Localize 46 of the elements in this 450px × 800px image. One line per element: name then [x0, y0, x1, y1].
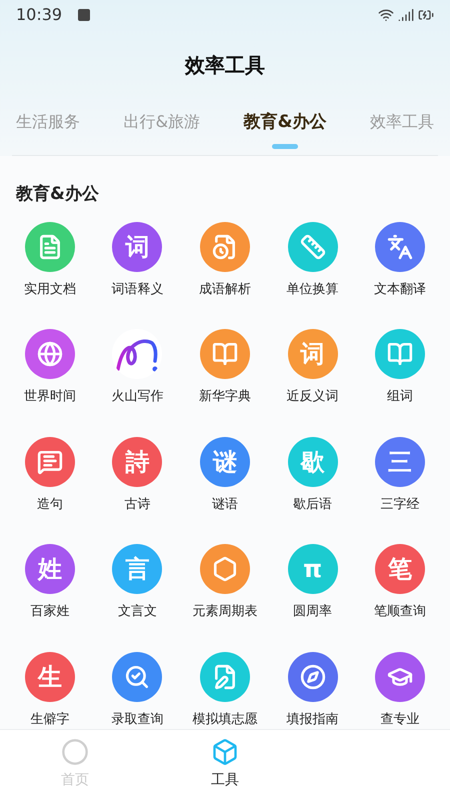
glyph-icon: 言 [112, 544, 162, 594]
tool-label[interactable]: 火山写作 [111, 387, 164, 406]
tool-label[interactable]: 成语解析 [198, 280, 251, 299]
tool-label[interactable]: 生僻字 [30, 710, 70, 729]
glyph-icon: 词 [288, 329, 338, 379]
tool-label[interactable]: 录取查询 [111, 710, 164, 729]
tool-label[interactable]: 百家姓 [30, 602, 70, 622]
tool-label[interactable]: 歇后语 [293, 494, 332, 514]
tool-label[interactable]: 新华字典 [198, 387, 251, 406]
glyph-icon: 三 [375, 436, 426, 486]
tool-label[interactable]: 组词 [387, 387, 414, 406]
tool-label[interactable]: 实用文档 [24, 280, 76, 299]
tool-label[interactable]: 词语释义 [111, 280, 164, 299]
tool-label[interactable]: 文言文 [118, 602, 157, 622]
tool-label[interactable]: 近反义词 [286, 387, 339, 406]
nav-tab[interactable]: 工具 [150, 738, 300, 800]
glyph-icon: π [288, 544, 338, 594]
tool-label[interactable]: 模拟填志愿 [192, 710, 258, 729]
tool-label[interactable]: 笔顺查询 [374, 602, 426, 622]
circle-icon [61, 738, 89, 766]
tool-label[interactable]: 文本翻译 [374, 280, 426, 299]
glyph-icon: 笔 [375, 544, 426, 594]
glyph-icon: 姓 [24, 544, 75, 594]
tool-label[interactable]: 三字经 [380, 494, 420, 514]
notification-icon [78, 9, 90, 21]
tool-label[interactable]: 圆周率 [293, 602, 332, 622]
tool-label[interactable]: 造句 [36, 494, 63, 514]
glyph-icon: 生 [24, 652, 75, 702]
glyph-icon: 歇 [288, 436, 338, 486]
status-time: 10:39 [16, 4, 62, 26]
tool-label[interactable]: 古诗 [124, 494, 150, 514]
glyph-icon: 詩 [112, 436, 162, 486]
glyph-icon: 词 [112, 222, 162, 272]
category-tab[interactable]: 教育&办公 [240, 100, 330, 148]
signal-icon [398, 7, 414, 23]
section-title: 教育&办公 [16, 184, 99, 204]
tool-label[interactable]: 填报指南 [286, 710, 339, 729]
tool-label[interactable]: 元素周期表 [192, 602, 258, 622]
tool-label[interactable]: 查专业 [380, 710, 420, 729]
tool-label[interactable]: 世界时间 [24, 387, 76, 406]
glyph-icon: 谜 [200, 436, 250, 486]
box-icon [211, 738, 239, 766]
tool-label[interactable]: 谜语 [212, 494, 238, 514]
tool-label[interactable]: 单位换算 [286, 280, 339, 299]
page-title: 效率工具 [185, 52, 265, 79]
wifi-icon [378, 7, 394, 23]
